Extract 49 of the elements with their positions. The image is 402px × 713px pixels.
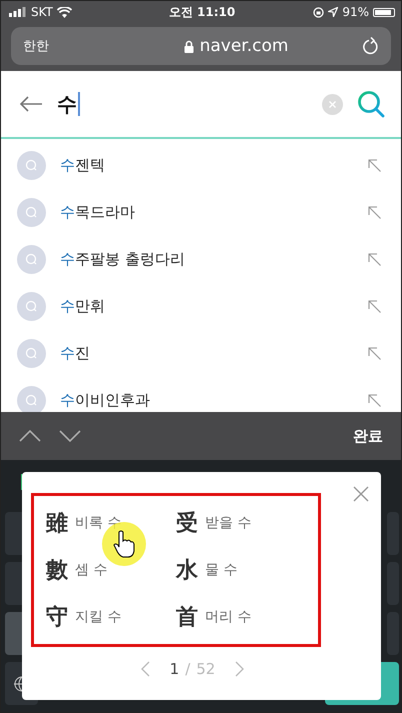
- suggestion-item[interactable]: 수주팔봉 출렁다리: [1, 236, 401, 283]
- page-total: 52: [196, 660, 216, 678]
- suggestion-item[interactable]: 수젠텍: [1, 142, 401, 189]
- chevron-down-icon[interactable]: [59, 430, 81, 442]
- location-icon: [328, 7, 338, 17]
- signal-icon: [9, 7, 27, 17]
- url-text: naver.com: [200, 36, 288, 56]
- fill-arrow-icon[interactable]: [368, 300, 381, 313]
- suggestion-item[interactable]: 수진: [1, 330, 401, 377]
- battery-percent: 91%: [342, 5, 369, 19]
- close-icon[interactable]: [353, 486, 369, 502]
- next-page-icon[interactable]: [235, 661, 244, 677]
- chevron-up-icon[interactable]: [19, 430, 41, 442]
- hanja-option[interactable]: 受 받을 수: [176, 500, 306, 547]
- back-arrow-icon[interactable]: [19, 96, 43, 112]
- address-bar[interactable]: 한한 naver.com: [11, 27, 391, 65]
- lock-icon: [184, 40, 194, 52]
- page-separator: /: [185, 660, 190, 678]
- fill-arrow-icon[interactable]: [368, 347, 381, 360]
- reload-icon[interactable]: [362, 37, 379, 55]
- search-icon: [17, 339, 46, 368]
- search-icon: [17, 292, 46, 321]
- wifi-icon: [56, 6, 72, 18]
- search-icon: [17, 386, 46, 412]
- clock-time: 오전 11:10: [168, 4, 236, 20]
- fill-arrow-icon[interactable]: [368, 159, 381, 172]
- done-button[interactable]: 완료: [353, 426, 383, 446]
- suggestion-item[interactable]: 수만휘: [1, 283, 401, 330]
- suggestion-item[interactable]: 수이비인후과: [1, 377, 401, 412]
- search-icon[interactable]: [357, 90, 385, 118]
- carrier-name: SKT: [31, 5, 53, 19]
- previous-page-icon[interactable]: [140, 661, 150, 677]
- battery-icon: [373, 8, 395, 16]
- page-current: 1: [170, 660, 180, 678]
- search-icon: [17, 198, 46, 227]
- fill-arrow-icon[interactable]: [368, 206, 381, 219]
- text-size-button[interactable]: 한한: [23, 37, 49, 55]
- hanja-option[interactable]: 水 물 수: [176, 546, 306, 594]
- search-icon: [17, 151, 46, 180]
- globe-icon: [13, 676, 22, 692]
- suggestion-item[interactable]: 수목드라마: [1, 189, 401, 236]
- hanja-option[interactable]: 首 머리 수: [176, 593, 306, 640]
- search-icon: [17, 245, 46, 274]
- rotation-lock-icon: [313, 6, 324, 18]
- fill-arrow-icon[interactable]: [368, 394, 381, 407]
- fill-arrow-icon[interactable]: [368, 253, 381, 266]
- hanja-option[interactable]: 守 지킬 수: [46, 593, 176, 640]
- hanja-option[interactable]: 數 셈 수: [46, 546, 176, 594]
- search-field[interactable]: 수: [57, 90, 308, 118]
